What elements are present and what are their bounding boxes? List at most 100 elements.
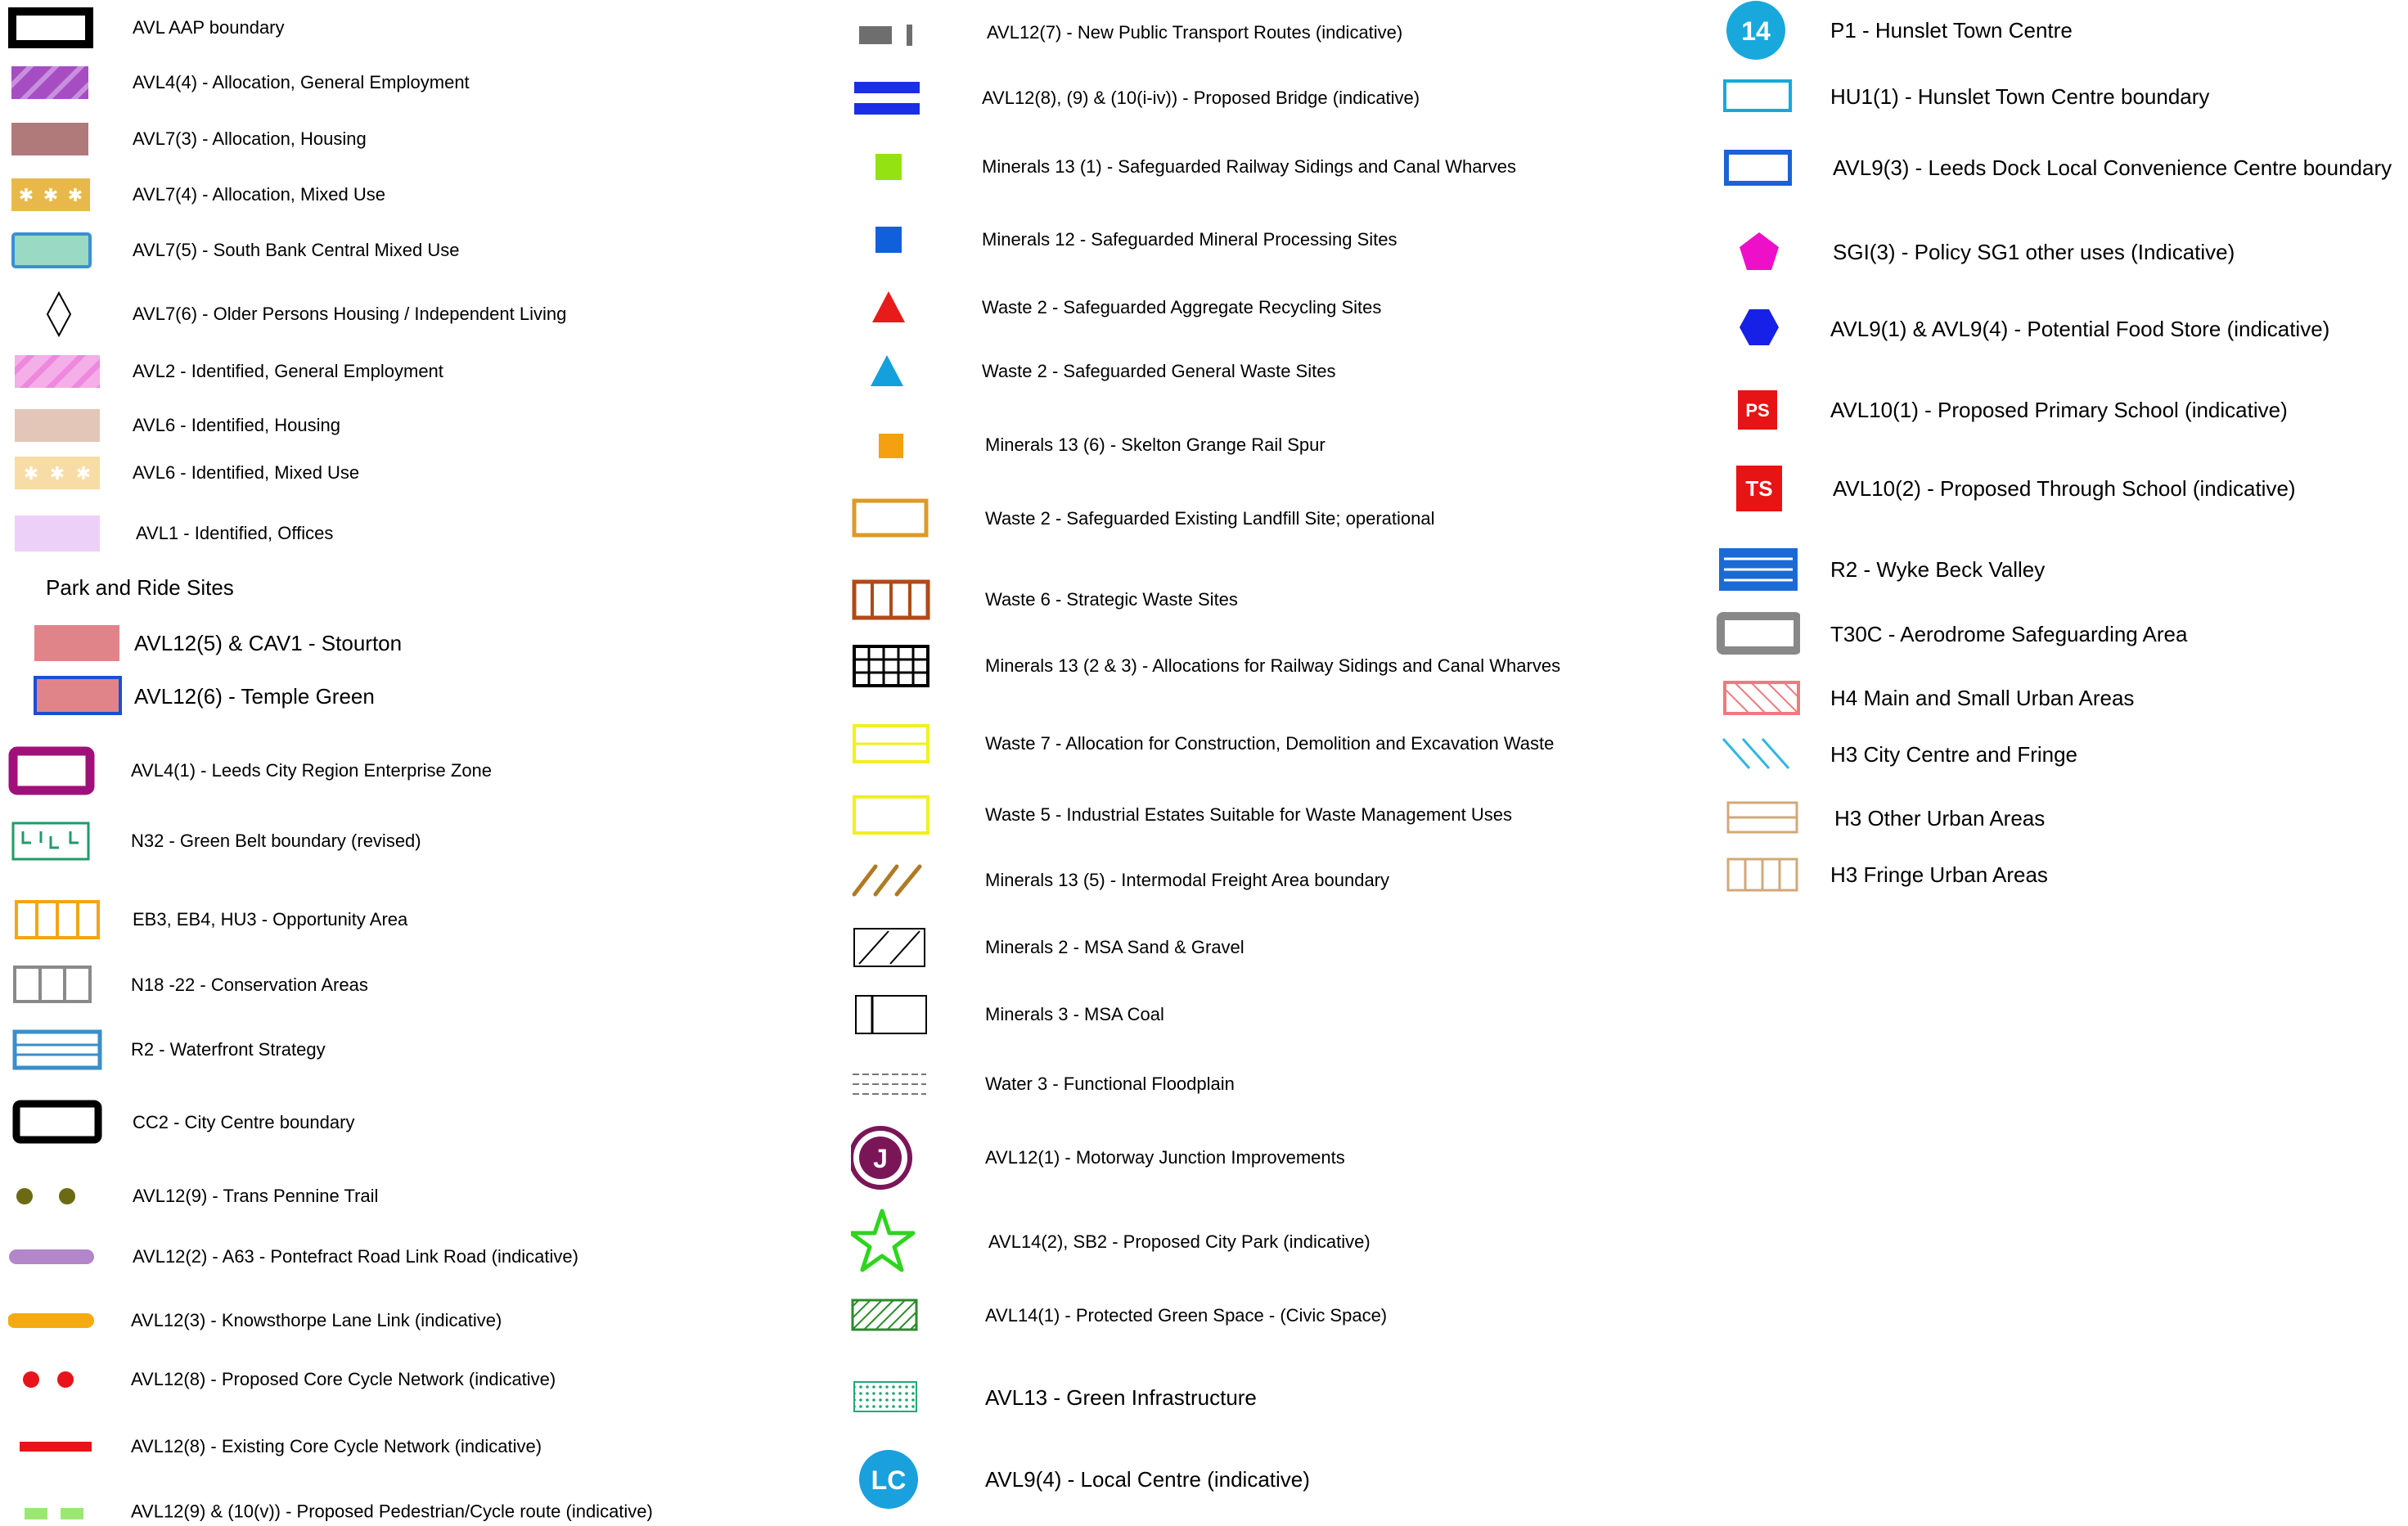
svg-text:✱: ✱ — [19, 186, 34, 206]
legend-item-label: SGI(3) - Policy SG1 other uses (Indicati… — [1833, 240, 2235, 264]
legend-item-label: Minerals 13 (6) - Skelton Grange Rail Sp… — [985, 434, 1326, 455]
trans-pennine-trail-symbol — [16, 1188, 75, 1204]
legend-item-label: AVL12(9) - Trans Pennine Trail — [133, 1186, 379, 1206]
identified-offices-symbol — [15, 515, 100, 551]
green-belt-symbol — [11, 822, 90, 861]
legend-item-label: Waste 7 - Allocation for Construction, D… — [985, 733, 1555, 754]
waterfront-strategy-symbol — [12, 1029, 102, 1070]
legend-item-label: AVL1 - Identified, Offices — [136, 523, 334, 543]
city-centre-fringe-symbol — [1722, 738, 1790, 769]
legend-item-label: H3 Other Urban Areas — [1834, 806, 2046, 831]
park-ride-stourton-symbol — [34, 625, 119, 661]
legend-item-label: Minerals 13 (5) - Intermodal Freight Are… — [985, 870, 1390, 890]
legend-item-label: AVL6 - Identified, Housing — [133, 415, 340, 435]
legend-item-label: AVL10(1) - Proposed Primary School (indi… — [1830, 398, 2288, 422]
pedestrian-cycle-route-symbol — [25, 1508, 83, 1519]
park-and-ride-heading: Park and Ride Sites — [46, 575, 234, 600]
legend-item-label: AVL7(3) - Allocation, Housing — [133, 128, 367, 149]
industrial-estates-symbol — [853, 795, 929, 835]
legend-item-label: AVL9(1) & AVL9(4) - Potential Food Store… — [1830, 317, 2330, 341]
legend-item-label: AVL12(9) & (10(v)) - Proposed Pedestrian… — [131, 1501, 653, 1522]
aap-boundary-symbol — [8, 7, 93, 48]
junction-badge-text: J — [873, 1144, 888, 1173]
functional-floodplain-symbol — [853, 1074, 926, 1095]
legend-item-label: N32 - Green Belt boundary (revised) — [131, 831, 421, 851]
local-centre-badge-text: LC — [871, 1465, 907, 1495]
motorway-junction-icon: J — [851, 1126, 912, 1190]
legend-item-label: EB3, EB4, HU3 - Opportunity Area — [133, 909, 408, 930]
public-transport-routes-symbol — [859, 25, 912, 46]
legend-item-label: Water 3 - Functional Floodplain — [985, 1074, 1235, 1094]
legend-item-label: AVL12(7) - New Public Transport Routes (… — [987, 22, 1403, 43]
legend-item-label: Minerals 2 - MSA Sand & Gravel — [985, 937, 1245, 957]
legend-item-label: Waste 2 - Safeguarded General Waste Site… — [982, 361, 1336, 381]
civic-space-symbol — [851, 1299, 918, 1331]
identified-employment-symbol — [15, 355, 100, 388]
legend-item-label: R2 - Waterfront Strategy — [131, 1039, 326, 1060]
legend-item-label: AVL6 - Identified, Mixed Use — [133, 462, 360, 483]
svg-text:✱: ✱ — [76, 464, 91, 484]
main-small-urban-areas-symbol — [1723, 681, 1800, 715]
legend-item-label: AVL4(4) - Allocation, General Employment — [133, 72, 470, 92]
legend-item-label: AVL4(1) - Leeds City Region Enterprise Z… — [131, 760, 493, 781]
railway-sidings-allocation-symbol — [853, 645, 929, 687]
identified-mixed-use-symbol: ✱ ✱ ✱ — [15, 457, 100, 489]
legend-item-label: Waste 2 - Safeguarded Aggregate Recyclin… — [982, 297, 1382, 317]
park-ride-temple-green-symbol — [34, 676, 122, 715]
cde-waste-allocation-symbol — [853, 724, 929, 763]
svg-text:✱: ✱ — [43, 186, 58, 206]
proposed-cycle-network-symbol — [23, 1371, 74, 1388]
city-park-star-icon — [851, 1209, 916, 1272]
hunslet-town-centre-badge-icon: 14 — [1726, 1, 1785, 60]
identified-housing-symbol — [15, 409, 100, 442]
legend-item-label: AVL12(6) - Temple Green — [134, 684, 375, 709]
legend-item-label: AVL12(8), (9) & (10(i-iv)) - Proposed Br… — [982, 88, 1420, 108]
knowsthorpe-lane-link-symbol — [8, 1313, 94, 1328]
through-school-badge-text: TS — [1745, 476, 1772, 501]
msa-coal-symbol — [855, 995, 927, 1034]
svg-text:✱: ✱ — [24, 464, 38, 484]
legend-item-label: AVL7(4) - Allocation, Mixed Use — [133, 184, 385, 205]
conservation-area-symbol — [13, 966, 92, 1003]
legend-item-label: P1 - Hunslet Town Centre — [1830, 18, 2073, 43]
pontefract-link-road-symbol — [9, 1249, 94, 1264]
hunslet-badge-text: 14 — [1741, 16, 1771, 46]
legend-item-label: AVL12(8) - Proposed Core Cycle Network (… — [131, 1369, 556, 1389]
legend-item-label: R2 - Wyke Beck Valley — [1830, 557, 2046, 582]
legend-item-label: N18 -22 - Conservation Areas — [131, 975, 368, 995]
fringe-urban-areas-symbol — [1726, 858, 1798, 892]
south-bank-mixed-use-symbol — [11, 232, 92, 268]
legend-item-label: Waste 6 - Strategic Waste Sites — [985, 589, 1238, 610]
opportunity-area-symbol — [15, 900, 100, 939]
leeds-dock-boundary-symbol — [1724, 150, 1792, 186]
mixed-use-allocation-symbol: ✱ ✱ ✱ — [11, 178, 90, 211]
primary-school-badge-icon: PS — [1738, 390, 1777, 430]
svg-text:✱: ✱ — [50, 464, 65, 484]
legend-item-label: CC2 - City Centre boundary — [133, 1112, 355, 1132]
legend-item-label: AVL7(6) - Older Persons Housing / Indepe… — [133, 304, 567, 324]
primary-school-badge-text: PS — [1745, 400, 1769, 421]
sg1-pentagon-icon — [1740, 232, 1779, 270]
legend-item-label: Minerals 3 - MSA Coal — [985, 1004, 1164, 1024]
svg-text:✱: ✱ — [68, 186, 83, 206]
msa-sand-gravel-symbol — [853, 928, 925, 967]
legend-item-label: AVL14(2), SB2 - Proposed City Park (indi… — [988, 1231, 1371, 1252]
through-school-badge-icon: TS — [1736, 466, 1782, 511]
legend-item-label: Minerals 13 (2 & 3) - Allocations for Ra… — [985, 655, 1561, 676]
legend-item-label: Minerals 12 - Safeguarded Mineral Proces… — [982, 229, 1398, 250]
legend-item-label: T30C - Aerodrome Safeguarding Area — [1830, 622, 2188, 646]
housing-allocation-symbol — [11, 123, 88, 155]
legend-item-label: AVL14(1) - Protected Green Space - (Civi… — [985, 1305, 1388, 1326]
legend-item-label: HU1(1) - Hunslet Town Centre boundary — [1830, 84, 2210, 109]
rail-spur-square-icon — [879, 434, 903, 458]
legend-item-label: AVL12(3) - Knowsthorpe Lane Link (indica… — [131, 1310, 502, 1330]
legend-item-label: AVL9(4) - Local Centre (indicative) — [985, 1467, 1310, 1492]
city-centre-boundary-symbol — [12, 1100, 102, 1144]
food-store-hexagon-icon — [1740, 309, 1779, 345]
existing-cycle-network-symbol — [20, 1442, 92, 1452]
landfill-site-symbol — [852, 498, 929, 538]
green-infrastructure-symbol — [853, 1381, 917, 1412]
legend-item-label: AVL12(8) - Existing Core Cycle Network (… — [131, 1436, 542, 1456]
general-waste-triangle-icon — [871, 355, 903, 386]
hunslet-boundary-symbol — [1723, 79, 1792, 112]
